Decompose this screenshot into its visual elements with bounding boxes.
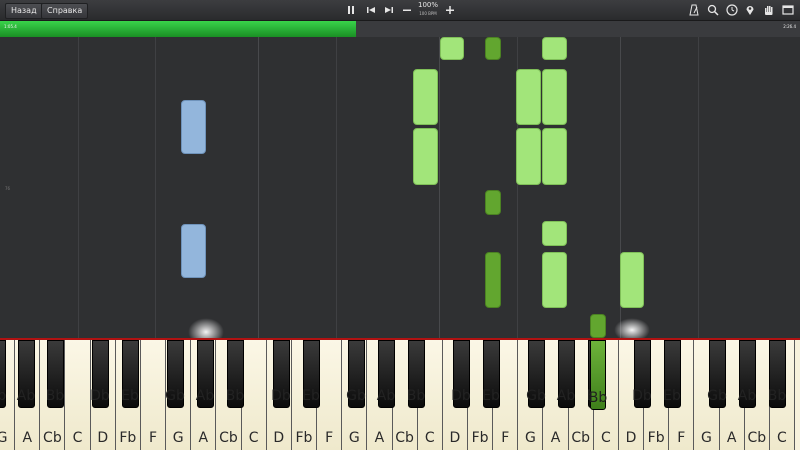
grid-line <box>336 37 337 338</box>
white-key-label: G <box>348 430 360 446</box>
note-right-hand <box>542 128 567 185</box>
white-key-label: Cb <box>395 430 414 446</box>
black-key-label: Bb <box>406 388 426 404</box>
metronome-icon[interactable] <box>687 3 701 17</box>
grid-line <box>258 37 259 338</box>
note-right-hand <box>413 128 438 185</box>
white-key-label: C <box>72 430 83 446</box>
piano-roll: 76 <box>0 37 800 338</box>
white-key-label: G <box>172 430 184 446</box>
toolbar: Назад Справка 100% 100 BPM <box>0 0 800 21</box>
skip-forward-icon[interactable] <box>382 3 396 17</box>
note-right-hand <box>413 69 438 125</box>
plus-icon[interactable] <box>443 3 457 17</box>
note-left-hand <box>181 224 206 278</box>
skip-back-icon[interactable] <box>364 3 378 17</box>
white-key-label: D <box>449 430 461 446</box>
white-key-label: C <box>777 430 787 446</box>
white-key-label: C <box>424 430 435 446</box>
minus-icon[interactable] <box>400 3 414 17</box>
black-key-label: Bb <box>225 388 245 404</box>
elapsed-time: 1:05.4 <box>4 24 17 29</box>
pressed-key-label: Bb <box>588 390 608 406</box>
note-right-hand <box>485 37 501 60</box>
grid-line <box>155 37 156 338</box>
hand-icon[interactable] <box>762 3 776 17</box>
total-time: 2:26.4 <box>783 24 796 29</box>
speed-bpm: 100 BPM <box>419 11 437 16</box>
black-key-label: Eb <box>482 388 500 404</box>
speed-percent: 100% <box>417 1 438 9</box>
black-key-label: Eb <box>302 388 320 404</box>
white-key-label: Cb <box>219 430 238 446</box>
white-key-label: D <box>273 430 285 446</box>
white-key-label: C <box>248 430 259 446</box>
song-progress-bar[interactable]: 1:05.4 2:26.4 <box>0 21 800 37</box>
note-right-hand <box>542 37 567 60</box>
grid-line <box>439 37 440 338</box>
key-glow <box>614 318 650 338</box>
grid-line <box>698 37 699 338</box>
search-icon[interactable] <box>706 3 720 17</box>
back-button[interactable]: Назад <box>5 3 43 19</box>
white-key-label: Cb <box>43 430 62 446</box>
clock-icon[interactable] <box>725 3 739 17</box>
note-right-hand <box>516 128 541 185</box>
white-key-label: D <box>97 430 109 446</box>
progress-fill <box>0 21 356 37</box>
white-key-label: F <box>677 430 686 446</box>
roll-marker: 76 <box>5 186 11 191</box>
map-pin-icon[interactable] <box>743 3 757 17</box>
black-key-label: Eb <box>121 388 139 404</box>
note-right-hand <box>542 252 567 308</box>
white-key-label: Fb <box>119 430 137 446</box>
black-key-label: Eb <box>663 388 681 404</box>
white-key-label: G <box>524 430 536 446</box>
pause-icon[interactable] <box>344 3 358 17</box>
note-right-hand <box>485 190 501 215</box>
note-right-hand <box>440 37 464 60</box>
black-key-label: Bb <box>45 388 65 404</box>
note-left-hand <box>181 100 206 154</box>
white-key-label: F <box>325 430 334 446</box>
window-icon[interactable] <box>781 3 795 17</box>
white-key-label: Cb <box>571 430 591 446</box>
white-key-label: A <box>198 430 209 446</box>
white-key-label: Cb <box>747 430 767 446</box>
white-key-label: C <box>600 430 611 446</box>
white-key-label: D <box>625 430 637 446</box>
white-key-label: G <box>0 430 8 446</box>
speed-display: 100% 100 BPM <box>414 1 442 17</box>
note-right-hand <box>542 221 567 246</box>
grid-line <box>78 37 79 338</box>
white-key-label: Fb <box>295 430 313 446</box>
key-glow <box>188 318 224 338</box>
white-key-label: A <box>726 430 737 446</box>
note-right-hand <box>590 314 606 338</box>
note-right-hand <box>516 69 541 125</box>
white-key-label: Fb <box>647 430 665 446</box>
white-key-label: Fb <box>471 430 489 446</box>
white-key-label: G <box>701 430 712 446</box>
white-key-label: F <box>148 430 158 446</box>
white-key-label: A <box>22 430 33 446</box>
help-button[interactable]: Справка <box>41 3 89 19</box>
note-right-hand <box>485 252 501 308</box>
white-key-label: A <box>374 430 385 446</box>
white-key-label: F <box>501 430 510 446</box>
note-right-hand <box>542 69 567 125</box>
note-right-hand <box>620 252 644 308</box>
black-key-label: Bb <box>767 388 787 404</box>
white-key-label: A <box>550 430 561 446</box>
